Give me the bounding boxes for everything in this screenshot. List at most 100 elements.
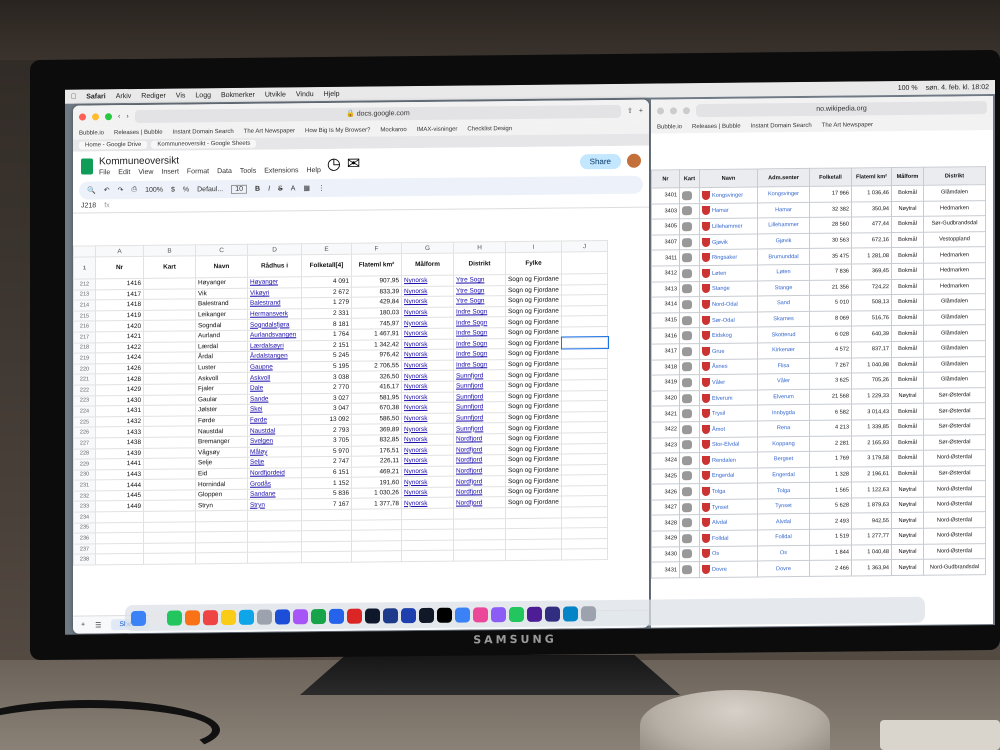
cell-malform[interactable]: Nynorsk [401,317,454,329]
table-header[interactable]: Distrikt [923,166,986,186]
table-header[interactable]: Navn [699,168,758,188]
cell-distrikt[interactable]: Indre Sogn [453,348,506,360]
row-number[interactable]: 225 [73,416,96,428]
empty-cell[interactable] [453,550,506,562]
cell-fylke[interactable]: Sogn og Fjordane [505,295,562,307]
cell-nr[interactable]: 1428 [95,373,144,385]
close-window-button[interactable] [657,106,664,115]
municipality-link[interactable]: Ringsaker [712,255,737,261]
cell-distrikt[interactable]: Sunnfjord [453,380,506,392]
empty-cell[interactable] [401,550,454,562]
cell-kart[interactable] [143,309,196,321]
notes-icon[interactable] [221,609,236,625]
bookmark-item[interactable]: Instant Domain Search [173,129,234,136]
municipality-link[interactable]: Lillehammer [712,224,742,230]
empty-cell[interactable] [301,509,352,521]
cell-adm[interactable]: Os [757,545,810,562]
cell-malform[interactable]: Nynorsk [401,391,454,403]
municipality-link[interactable]: Hamar [712,208,729,214]
cell-folketall[interactable]: 1 279 [301,297,352,309]
print-icon[interactable]: ⎙ [131,186,137,194]
bookmark-item[interactable]: Bubble.io [79,130,104,136]
cell-navn[interactable]: Stange [699,280,758,297]
cell-kart[interactable] [143,394,196,406]
cell-malform[interactable]: Nynorsk [401,381,454,393]
redo-icon[interactable]: ↷ [118,186,124,194]
header-cell[interactable]: Folketall[4] [301,254,352,277]
cell-distrikt[interactable]: Sunnfjord [453,401,506,413]
menubar-item[interactable]: Utvikle [265,91,286,98]
row-number[interactable]: 229 [73,458,96,470]
row-number[interactable]: 218 [73,342,96,354]
cell-navn[interactable]: Fjaler [195,383,248,395]
menubar-clock[interactable]: søn. 4. feb. kl. 18:02 [926,84,989,92]
cell-folketall[interactable]: 5 195 [301,360,352,373]
cell-j[interactable] [561,411,608,423]
empty-cell[interactable] [561,517,608,529]
cell-j[interactable] [561,443,608,455]
municipality-link[interactable]: Grue [712,349,724,355]
cell-navn[interactable]: Åsnes [699,358,758,375]
cell-kart[interactable] [143,489,196,501]
cell-folketall[interactable]: 13 092 [301,413,352,426]
cell-folketall[interactable]: 2 747 [301,456,352,468]
cell-flateml[interactable]: 581,95 [351,392,402,404]
cell-distrikt[interactable]: Ytre Sogn [453,295,506,307]
cell-distrikt[interactable]: Indre Sogn [453,338,506,350]
cell-flateml[interactable]: 1 342,42 [351,339,402,351]
cell-adm[interactable]: Folldal [757,529,810,546]
empty-cell[interactable] [143,542,196,554]
cell-j[interactable] [561,347,608,359]
cell-radhus[interactable]: Måløy [247,446,302,458]
table-header[interactable]: Folketall [809,167,852,187]
cell-navn[interactable]: Nord-Odal [699,296,758,313]
cell-navn[interactable]: Tolga [699,483,758,500]
cell-radhus[interactable]: Dale [247,382,302,394]
cell-navn[interactable]: Folldal [699,530,758,547]
empty-cell[interactable] [505,517,562,529]
empty-cell[interactable] [143,532,196,544]
cell-navn[interactable]: Leikanger [195,309,248,321]
cell-j[interactable] [561,368,608,380]
row-number[interactable]: 230 [73,469,96,481]
cell-flateml[interactable]: 745,97 [351,318,402,330]
trash-icon[interactable] [581,605,596,621]
row-number[interactable]: 224 [73,406,96,417]
cell-nr[interactable]: 1422 [95,341,144,354]
cell-distrikt[interactable]: Ytre Sogn [453,274,506,286]
row-number[interactable]: 1 [73,256,96,280]
cell-adm[interactable]: Innbygda [757,404,810,421]
cell-fylke[interactable]: Sogn og Fjordane [505,443,562,455]
column-header[interactable]: A [95,245,144,257]
cell-fylke[interactable]: Sogn og Fjordane [505,464,562,476]
cell-fylke[interactable]: Sogn og Fjordane [505,358,562,370]
municipality-link[interactable]: Eidskog [712,333,732,339]
menubar-item[interactable]: Hjelp [324,90,340,97]
zoom-select[interactable]: 100% [145,186,163,193]
municipality-link[interactable]: Alvdal [712,520,727,526]
menu-tools[interactable]: Tools [240,168,256,175]
cell-radhus[interactable]: Askvoll [247,372,302,384]
empty-cell[interactable] [247,541,302,553]
cell-folketall[interactable]: 5 245 [301,350,352,362]
column-header[interactable]: I [505,241,562,253]
empty-cell[interactable] [247,509,302,521]
cell-kart[interactable] [143,404,196,417]
cell-radhus[interactable]: Årdalstangen [247,350,302,363]
cell-radhus[interactable]: Sande [247,393,302,405]
table-header[interactable]: Flateml km² [851,167,892,186]
cell-adm[interactable]: Våler [757,373,810,390]
cell-kart[interactable] [143,330,196,342]
cell-adm[interactable]: Skotterud [757,326,810,343]
menubar-item[interactable]: Rediger [141,92,166,99]
after-effects-icon[interactable] [545,606,560,622]
cell-distrikt[interactable]: Sunnfjord [453,369,506,382]
cell-folketall[interactable]: 2 770 [301,382,352,394]
add-sheet-icon[interactable]: + [81,622,85,629]
battery-status[interactable]: 100 % [898,84,918,91]
all-sheets-icon[interactable]: ☰ [95,621,101,629]
cell-malform[interactable]: Nynorsk [401,476,454,488]
empty-cell[interactable] [143,510,196,523]
launchpad-icon[interactable] [149,610,164,626]
empty-cell[interactable] [505,528,562,540]
